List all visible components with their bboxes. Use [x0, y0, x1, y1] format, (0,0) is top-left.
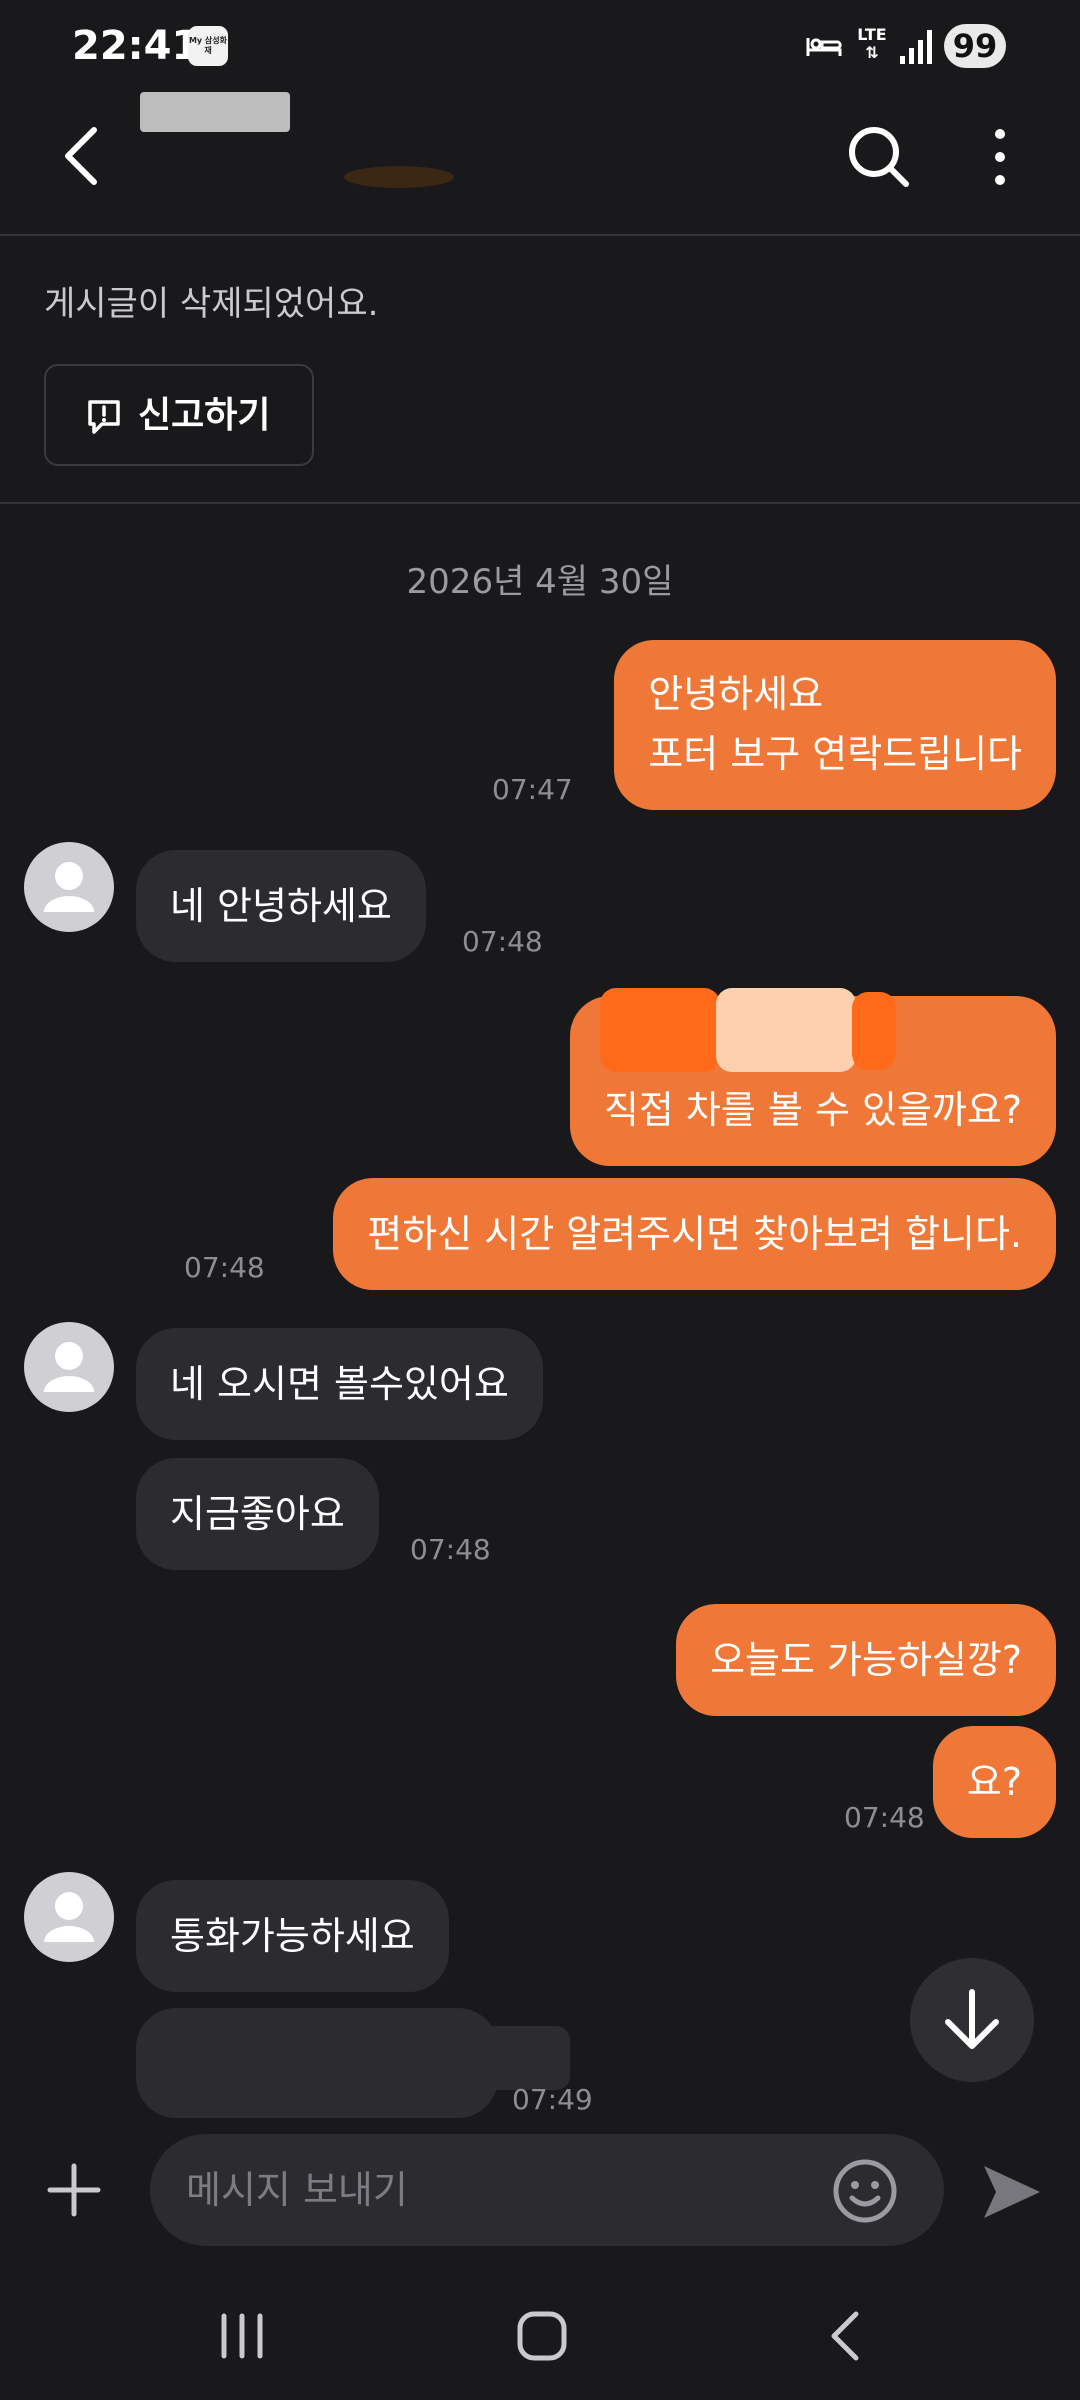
sleep-mode-icon [806, 38, 842, 56]
arrow-down-icon [945, 1989, 999, 2049]
scroll-to-bottom-button[interactable] [910, 1958, 1034, 2082]
more-vertical-icon[interactable] [990, 126, 1010, 188]
search-icon[interactable] [846, 124, 912, 190]
user-icon [44, 1342, 94, 1392]
status-time: 22:41 [72, 23, 200, 69]
redaction-mark [600, 988, 720, 1072]
recent-apps-icon[interactable] [216, 2306, 268, 2366]
message-line: 안녕하세요 [648, 672, 824, 716]
emoji-icon[interactable] [832, 2158, 898, 2224]
network-type-icon: LTE ⇅ [852, 26, 892, 66]
their-message-bubble[interactable]: 네 안녕하세요 [136, 850, 426, 962]
plus-icon[interactable] [44, 2160, 104, 2220]
report-icon [88, 400, 120, 434]
redaction-mark [716, 988, 856, 1072]
battery-indicator: 99 [944, 24, 1006, 68]
home-icon[interactable] [514, 2306, 570, 2366]
message-time: 07:48 [184, 1251, 265, 1284]
message-time: 07:47 [492, 773, 573, 806]
my-message-bubble[interactable]: 안녕하세요 포터 보구 연락드립니다 [614, 640, 1056, 810]
message-input[interactable]: 메시지 보내기 [150, 2134, 944, 2246]
signal-icon [900, 30, 932, 64]
header-subtitle-redacted [344, 166, 454, 188]
redaction-mark [470, 2026, 570, 2090]
app-icon-text: My 삼성화재 [188, 36, 228, 55]
my-message-bubble[interactable]: 편하신 시간 알려주시면 찾아보려 합니다. [333, 1178, 1056, 1290]
user-icon [44, 862, 94, 912]
message-time: 07:48 [844, 1801, 925, 1834]
message-line: 직접 차를 볼 수 있을까요? [603, 1088, 1022, 1132]
chevron-left-icon[interactable] [58, 126, 104, 186]
header-title-redacted [140, 92, 290, 132]
network-type-label: LTE [857, 25, 887, 44]
back-icon[interactable] [826, 2306, 866, 2366]
message-input-placeholder: 메시지 보내기 [186, 2168, 408, 2212]
send-icon[interactable] [980, 2160, 1044, 2224]
user-icon [44, 1892, 94, 1942]
their-message-bubble[interactable]: 통화가능하세요 [136, 1880, 449, 1992]
date-divider: 2026년 4월 30일 [406, 562, 674, 602]
their-message-bubble[interactable]: 네 오시면 볼수있어요 [136, 1328, 543, 1440]
their-message-bubble[interactable] [136, 2008, 498, 2118]
message-line: 포터 보구 연락드립니다 [648, 732, 1022, 776]
avatar[interactable] [24, 1872, 114, 1962]
my-message-bubble[interactable]: 오늘도 가능하실깡? [676, 1604, 1056, 1716]
notice-text: 게시글이 삭제되었어요. [44, 284, 379, 324]
report-label: 신고하기 [138, 395, 271, 436]
my-message-bubble[interactable]: 요? [932, 1726, 1056, 1838]
app-notification-icon: My 삼성화재 [188, 26, 228, 66]
redaction-mark [852, 992, 896, 1070]
avatar[interactable] [24, 842, 114, 932]
data-arrows-icon: ⇅ [865, 43, 879, 62]
message-time: 07:48 [462, 925, 543, 958]
message-time: 07:49 [512, 2083, 593, 2116]
report-button[interactable]: 신고하기 [44, 364, 314, 466]
message-time: 07:48 [410, 1533, 491, 1566]
their-message-bubble[interactable]: 지금좋아요 [136, 1458, 379, 1570]
avatar[interactable] [24, 1322, 114, 1412]
